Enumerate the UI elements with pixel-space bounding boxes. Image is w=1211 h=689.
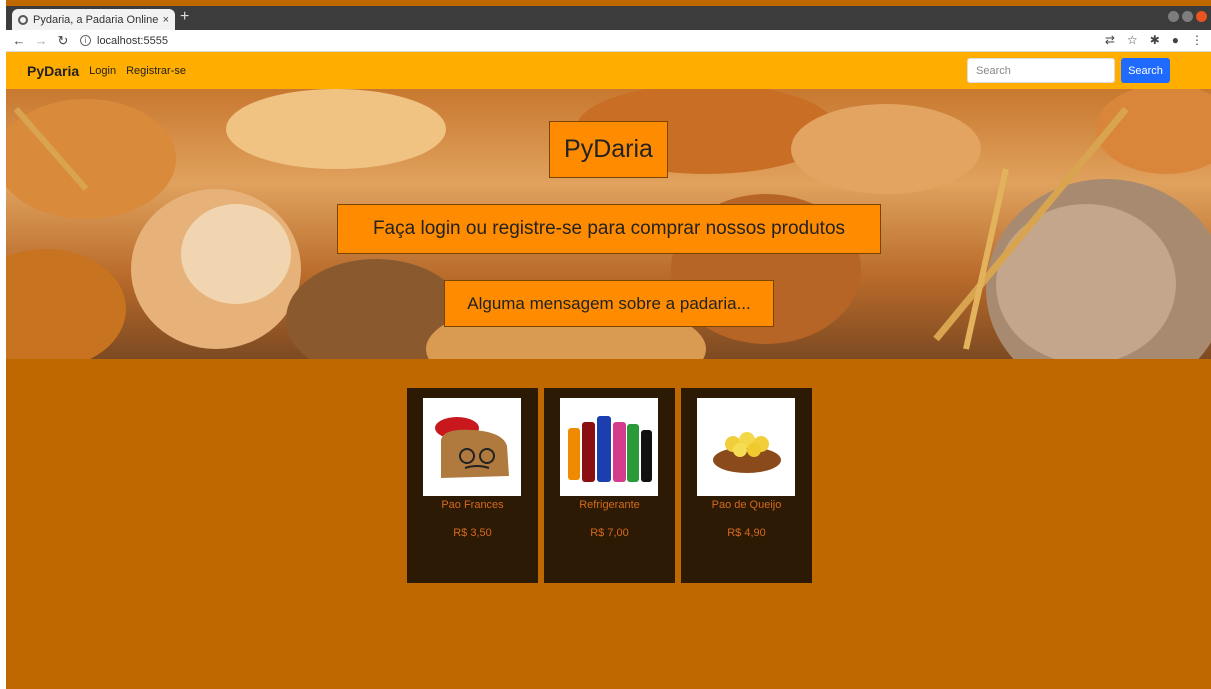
product-list: Pao Frances R$ 3,50 Refrigerante R$ 7,00 bbox=[407, 388, 812, 583]
search-button[interactable]: Search bbox=[1121, 58, 1170, 83]
browser-tab[interactable]: Pydaria, a Padaria Online × bbox=[12, 9, 175, 30]
product-price: R$ 3,50 bbox=[453, 527, 492, 539]
hero-banner: PyDaria Faça login ou registre-se para c… bbox=[6, 89, 1211, 359]
product-price: R$ 4,90 bbox=[727, 527, 766, 539]
close-window-icon[interactable] bbox=[1196, 11, 1207, 22]
forward-icon[interactable]: → bbox=[32, 33, 50, 48]
hero-title: PyDaria bbox=[549, 121, 668, 178]
globe-icon bbox=[18, 14, 28, 25]
maximize-window-icon[interactable] bbox=[1182, 11, 1193, 22]
back-icon[interactable]: ← bbox=[10, 33, 28, 48]
product-card[interactable]: Refrigerante R$ 7,00 bbox=[544, 388, 675, 583]
profile-icon[interactable]: ● bbox=[1172, 33, 1179, 47]
product-name: Pao de Queijo bbox=[711, 499, 782, 511]
address-bar[interactable]: i localhost:5555 bbox=[80, 35, 168, 47]
brand-logo[interactable]: PyDaria bbox=[27, 63, 79, 79]
product-card[interactable]: Pao Frances R$ 3,50 bbox=[407, 388, 538, 583]
login-link[interactable]: Login bbox=[89, 65, 116, 77]
minimize-window-icon[interactable] bbox=[1168, 11, 1179, 22]
close-tab-icon[interactable]: × bbox=[163, 14, 169, 26]
register-link[interactable]: Registrar-se bbox=[126, 65, 186, 77]
browser-actions: ⇄ ☆ ✱ ● ⋮ bbox=[1105, 33, 1203, 47]
product-name: Refrigerante bbox=[579, 499, 640, 511]
menu-icon[interactable]: ⋮ bbox=[1191, 33, 1203, 47]
browser-toolbar: ← → ↻ i localhost:5555 ⇄ ☆ ✱ ● ⋮ bbox=[6, 30, 1211, 52]
tab-title: Pydaria, a Padaria Online bbox=[33, 13, 159, 26]
site-navbar: PyDaria Login Registrar-se Search bbox=[6, 52, 1211, 89]
hero-subtitle: Faça login ou registre-se para comprar n… bbox=[337, 204, 881, 254]
browser-tab-bar: Pydaria, a Padaria Online × + bbox=[6, 6, 1211, 30]
reload-icon[interactable]: ↻ bbox=[54, 33, 72, 49]
product-price: R$ 7,00 bbox=[590, 527, 629, 539]
window-controls bbox=[1168, 11, 1207, 22]
bookmark-star-icon[interactable]: ☆ bbox=[1127, 33, 1138, 47]
extensions-icon[interactable]: ✱ bbox=[1150, 33, 1160, 47]
cheese-bread-basket-icon[interactable] bbox=[697, 398, 795, 496]
product-card[interactable]: Pao de Queijo R$ 4,90 bbox=[681, 388, 812, 583]
url-text: localhost:5555 bbox=[97, 34, 168, 47]
soda-bottles-icon[interactable] bbox=[560, 398, 658, 496]
search-input[interactable] bbox=[967, 58, 1115, 83]
product-name: Pao Frances bbox=[441, 499, 504, 511]
hero-message: Alguma mensagem sobre a padaria... bbox=[444, 280, 774, 327]
site-info-icon[interactable]: i bbox=[80, 35, 91, 46]
new-tab-button[interactable]: + bbox=[180, 8, 189, 26]
translate-icon[interactable]: ⇄ bbox=[1105, 33, 1115, 47]
bread-character-icon[interactable] bbox=[423, 398, 521, 496]
